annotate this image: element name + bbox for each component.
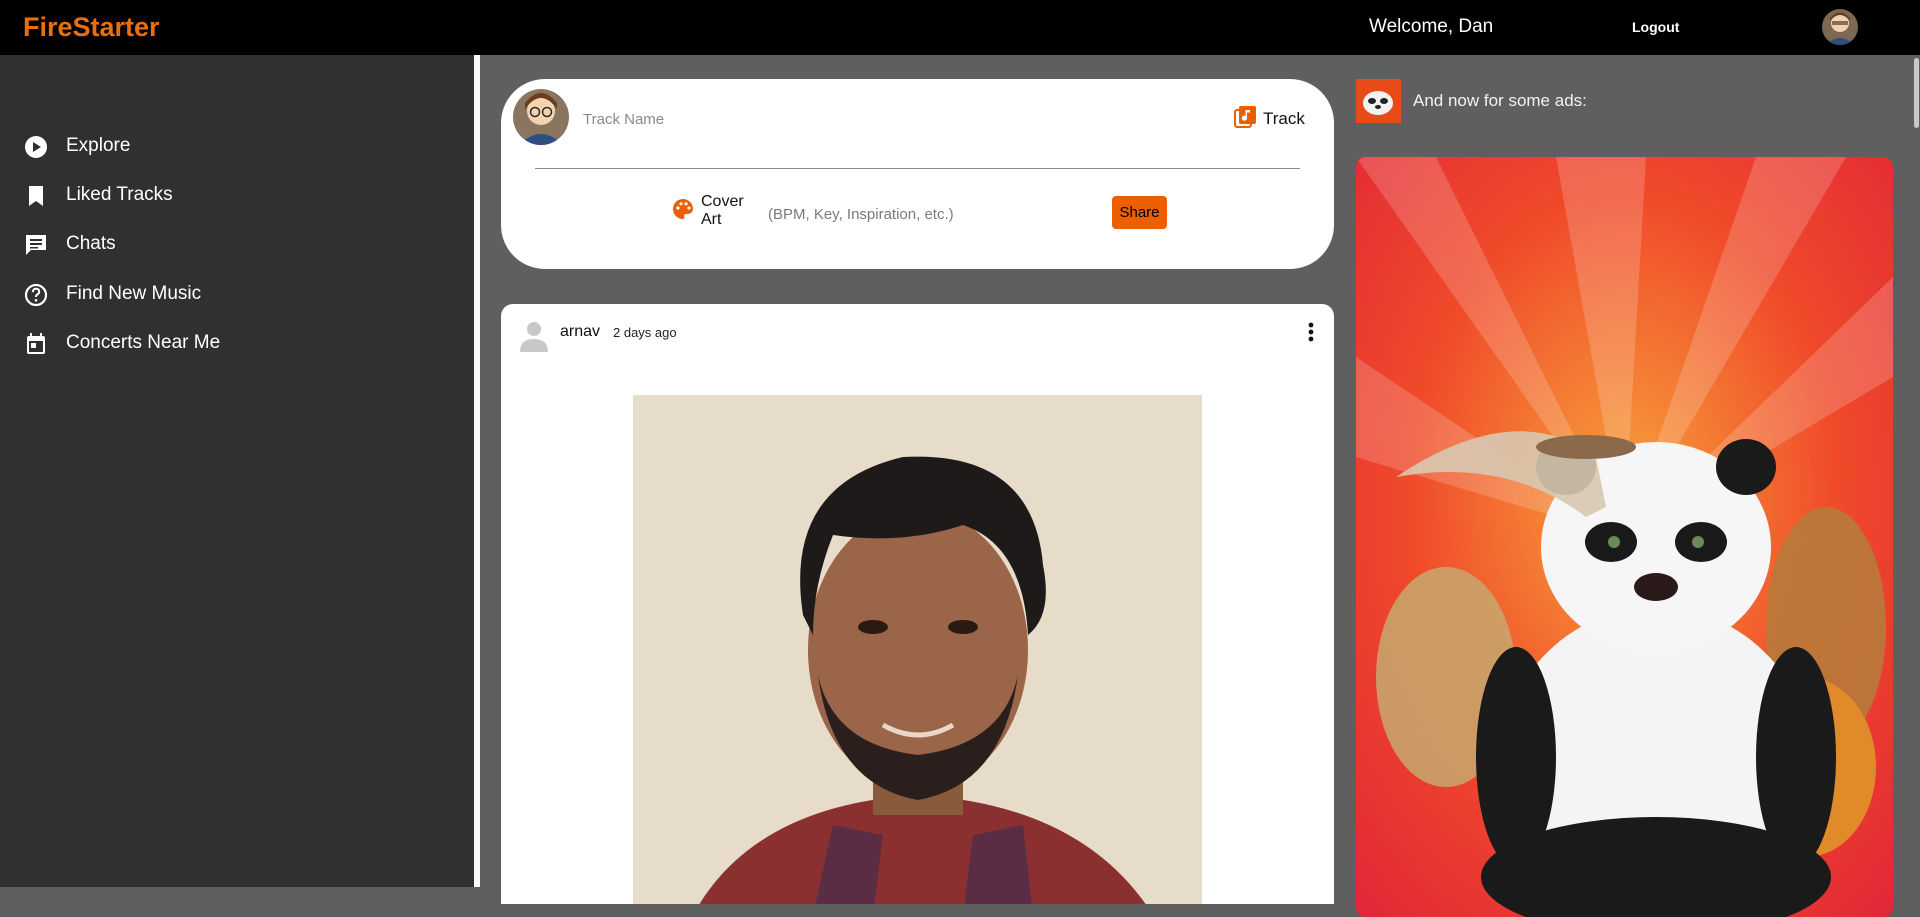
sidebar-item-explore[interactable]: Explore bbox=[0, 124, 474, 168]
bookmark-icon bbox=[23, 183, 49, 209]
sidebar: Explore Liked Tracks Chats Find New Musi… bbox=[0, 55, 474, 887]
post-timestamp: 2 days ago bbox=[613, 325, 677, 340]
palette-icon bbox=[671, 197, 695, 226]
sidebar-divider bbox=[474, 55, 480, 887]
post-image bbox=[633, 395, 1202, 904]
ad-banner[interactable] bbox=[1356, 157, 1893, 917]
default-user-icon bbox=[519, 318, 549, 354]
composer-avatar bbox=[513, 89, 569, 145]
page-scrollbar-thumb[interactable] bbox=[1914, 58, 1919, 128]
more-vert-icon[interactable] bbox=[1301, 320, 1321, 346]
feed-post: arnav 2 days ago bbox=[501, 304, 1334, 904]
sidebar-item-concerts-near-me[interactable]: Concerts Near Me bbox=[0, 321, 474, 365]
sidebar-item-liked-tracks[interactable]: Liked Tracks bbox=[0, 173, 474, 217]
sidebar-item-label: Explore bbox=[66, 135, 131, 156]
ad-thumbnail bbox=[1356, 79, 1401, 123]
track-upload-button[interactable]: Track bbox=[1233, 105, 1305, 133]
welcome-message: Welcome, Dan bbox=[1369, 16, 1494, 37]
sidebar-item-label: Chats bbox=[66, 233, 116, 254]
track-details-input[interactable] bbox=[766, 201, 1100, 227]
track-button-label: Track bbox=[1263, 109, 1305, 128]
sidebar-item-find-new-music[interactable]: Find New Music bbox=[0, 272, 474, 316]
sidebar-item-chats[interactable]: Chats bbox=[0, 222, 474, 266]
brand-logo[interactable]: FireStarter bbox=[23, 12, 160, 43]
page-scrollbar-track bbox=[1913, 55, 1920, 887]
share-button[interactable]: Share bbox=[1112, 196, 1167, 229]
composer-divider bbox=[535, 168, 1300, 169]
help-circle-icon bbox=[23, 282, 49, 308]
post-author[interactable]: arnav bbox=[560, 323, 600, 341]
chat-icon bbox=[23, 232, 49, 258]
sidebar-item-label: Concerts Near Me bbox=[66, 332, 221, 353]
top-navbar: FireStarter Welcome, Dan Logout bbox=[0, 0, 1920, 55]
track-name-input[interactable] bbox=[581, 105, 1185, 133]
cover-art-button[interactable]: Cover Art bbox=[671, 193, 747, 229]
track-composer: Track Cover Art Share bbox=[501, 79, 1334, 269]
music-library-icon bbox=[1233, 105, 1257, 134]
cover-art-label: Cover Art bbox=[701, 193, 744, 228]
play-circle-icon bbox=[23, 134, 49, 160]
sidebar-item-label: Liked Tracks bbox=[66, 184, 173, 205]
ads-label: And now for some ads: bbox=[1413, 91, 1587, 110]
logout-button[interactable]: Logout bbox=[1632, 19, 1679, 35]
user-avatar-icon[interactable] bbox=[1822, 9, 1858, 45]
sidebar-item-label: Find New Music bbox=[66, 283, 202, 304]
calendar-icon bbox=[23, 331, 49, 357]
